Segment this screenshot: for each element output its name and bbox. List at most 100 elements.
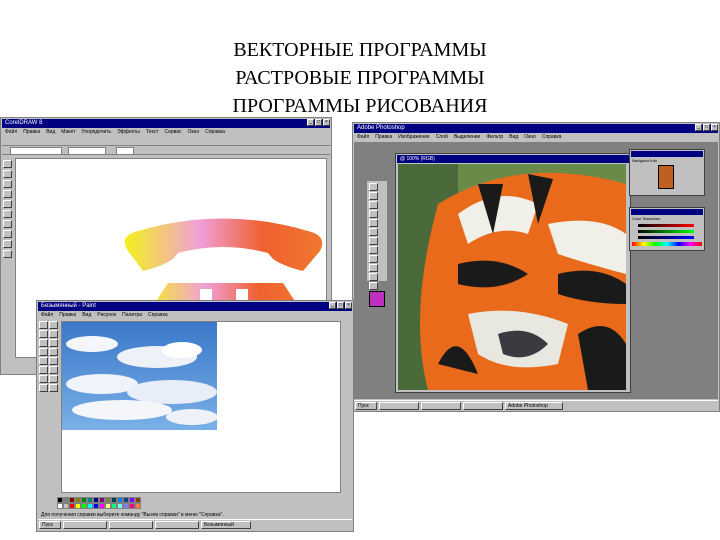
menu-item[interactable]: Файл (357, 133, 369, 141)
brush-tool[interactable] (369, 237, 378, 245)
select-tool[interactable] (49, 321, 58, 329)
menu-item[interactable]: Макет (61, 128, 75, 136)
menu-item[interactable]: Упорядочить (81, 128, 111, 136)
taskbar-item[interactable] (379, 401, 419, 410)
coreldraw-property-bar[interactable] (2, 146, 330, 155)
menu-item[interactable]: Справка (542, 133, 562, 141)
window-maximize-icon[interactable]: □ (703, 124, 710, 131)
window-close-icon[interactable]: × (711, 124, 718, 131)
menu-item[interactable]: Изображение (398, 133, 430, 141)
brush-tool[interactable] (49, 348, 58, 356)
polygon-tool[interactable] (3, 220, 12, 228)
window-minimize-icon[interactable]: _ (329, 302, 336, 309)
pick-tool[interactable] (3, 160, 12, 168)
fill-tool[interactable] (49, 330, 58, 338)
menu-item[interactable]: Текст (146, 128, 159, 136)
menu-item[interactable]: Вид (46, 128, 55, 136)
taskbar-item[interactable] (155, 521, 199, 529)
menu-item[interactable]: Выделение (454, 133, 481, 141)
taskbar-item-paint[interactable]: Безымянный (201, 521, 251, 529)
photoshop-titlebar[interactable]: Adobe Photoshop (354, 124, 718, 133)
hand-tool[interactable] (369, 282, 378, 290)
tab-swatches[interactable]: Swatches (643, 216, 660, 221)
menu-item[interactable]: Палитра (122, 311, 142, 319)
units-field[interactable] (116, 147, 134, 155)
size-field[interactable] (68, 147, 106, 155)
palette-color[interactable] (135, 503, 141, 509)
eraser-tool[interactable] (369, 255, 378, 263)
zoom-tool[interactable] (3, 180, 12, 188)
color-ramp[interactable] (632, 242, 702, 246)
menu-item[interactable]: Окно (188, 128, 200, 136)
menu-item[interactable]: Рисунок (97, 311, 116, 319)
taskbar-item[interactable] (109, 521, 153, 529)
curve-tool[interactable] (49, 366, 58, 374)
ellipse-tool[interactable] (3, 210, 12, 218)
menu-item[interactable]: Правка (23, 128, 40, 136)
window-minimize-icon[interactable]: _ (695, 124, 702, 131)
start-button[interactable]: Пуск (355, 401, 377, 410)
airbrush-tool[interactable] (39, 357, 48, 365)
text-tool[interactable] (369, 273, 378, 281)
start-button[interactable]: Пуск (39, 521, 61, 529)
rounded-rect-tool[interactable] (49, 384, 58, 392)
window-minimize-icon[interactable]: _ (307, 119, 314, 126)
menu-item[interactable]: Правка (59, 311, 76, 319)
menu-item[interactable]: Вид (509, 133, 518, 141)
menu-item[interactable]: Эффекты (117, 128, 140, 136)
polygon-tool[interactable] (49, 375, 58, 383)
taskbar-item[interactable] (421, 401, 461, 410)
stamp-tool[interactable] (369, 246, 378, 254)
red-slider[interactable] (638, 224, 694, 227)
move-tool[interactable] (369, 192, 378, 200)
taskbar-item[interactable] (63, 521, 107, 529)
tab-navigator[interactable]: Navigator (632, 158, 649, 163)
menu-item[interactable]: Вид (82, 311, 91, 319)
marquee-tool[interactable] (369, 183, 378, 191)
menu-item[interactable]: Правка (375, 133, 392, 141)
coreldraw-toolbar[interactable] (2, 137, 330, 146)
green-slider[interactable] (638, 230, 694, 233)
paint-titlebar[interactable]: Безымянный - Paint (38, 302, 352, 311)
pick-color-tool[interactable] (39, 339, 48, 347)
paint-canvas-area[interactable] (61, 321, 341, 493)
crop-tool[interactable] (369, 219, 378, 227)
freehand-tool[interactable] (3, 190, 12, 198)
lasso-tool[interactable] (369, 201, 378, 209)
menu-item[interactable]: Справка (205, 128, 225, 136)
text-tool[interactable] (3, 230, 12, 238)
menu-item[interactable]: Сервис (164, 128, 181, 136)
line-tool[interactable] (39, 366, 48, 374)
outline-tool[interactable] (3, 250, 12, 258)
gradient-tool[interactable] (369, 264, 378, 272)
magic-wand-tool[interactable] (369, 210, 378, 218)
blue-slider[interactable] (638, 236, 694, 239)
menu-item[interactable]: Фильтр (486, 133, 503, 141)
ellipse-tool[interactable] (39, 384, 48, 392)
taskbar-item[interactable] (463, 401, 503, 410)
rectangle-tool[interactable] (3, 200, 12, 208)
window-close-icon[interactable]: × (345, 302, 352, 309)
tab-color[interactable]: Color (632, 216, 642, 221)
window-close-icon[interactable]: × (323, 119, 330, 126)
text-tool[interactable] (49, 357, 58, 365)
menu-item[interactable]: Файл (41, 311, 53, 319)
menu-item[interactable]: Файл (5, 128, 17, 136)
coreldraw-titlebar[interactable]: CorelDRAW 8 (2, 119, 330, 128)
rectangle-tool[interactable] (39, 375, 48, 383)
menu-item[interactable]: Справка (148, 311, 168, 319)
menu-item[interactable]: Окно (524, 133, 536, 141)
foreground-color-swatch[interactable] (369, 291, 385, 307)
shape-tool[interactable] (3, 170, 12, 178)
pencil-tool[interactable] (39, 348, 48, 356)
navigator-thumbnail[interactable] (658, 165, 674, 189)
fill-tool[interactable] (3, 240, 12, 248)
free-select-tool[interactable] (39, 321, 48, 329)
menu-item[interactable]: Слой (436, 133, 448, 141)
tab-info[interactable]: Info (650, 158, 657, 163)
taskbar-item-photoshop[interactable]: Adobe Photoshop (505, 401, 563, 410)
window-maximize-icon[interactable]: □ (337, 302, 344, 309)
slice-tool[interactable] (369, 228, 378, 236)
eraser-tool[interactable] (39, 330, 48, 338)
document-titlebar[interactable]: @ 100% (RGB) (397, 155, 629, 163)
